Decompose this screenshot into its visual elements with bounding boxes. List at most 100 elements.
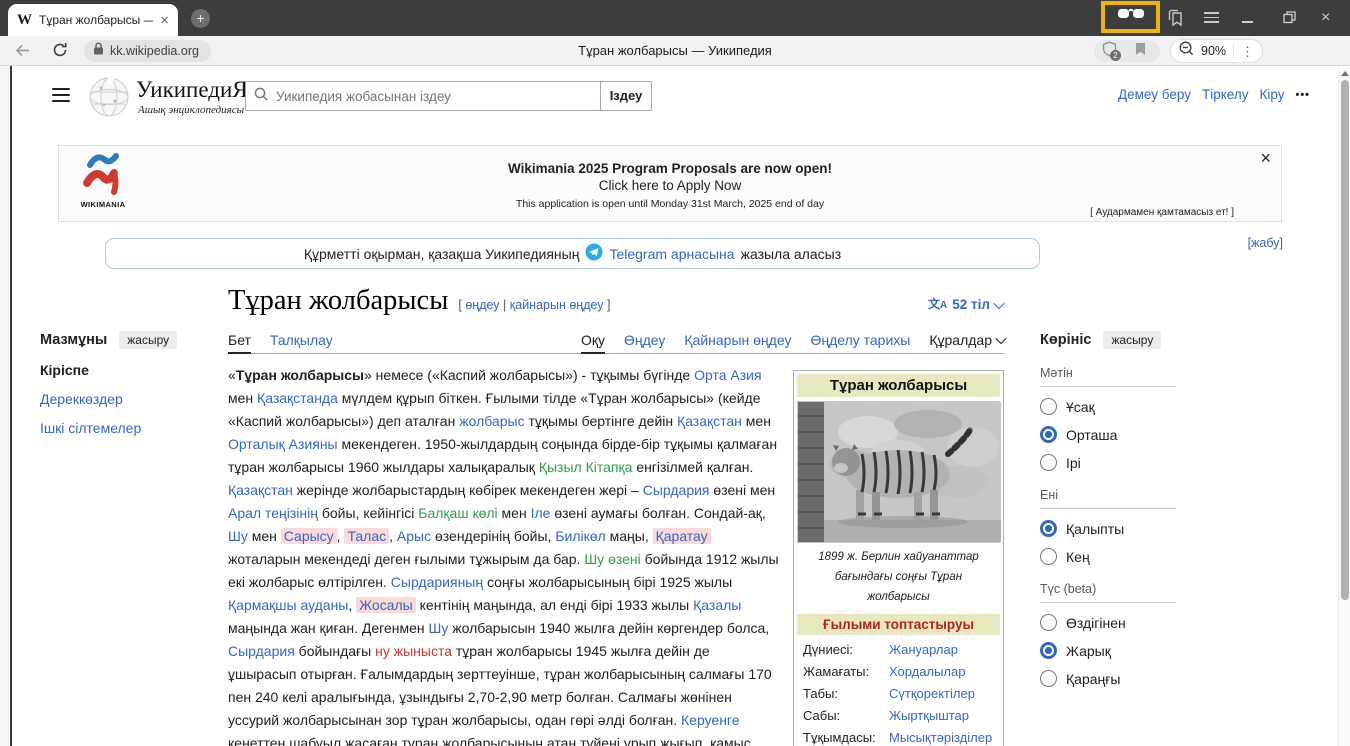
article-tab[interactable]: Қайнарын өңдеу: [684, 327, 791, 353]
edit-link[interactable]: өңдеу: [465, 298, 499, 312]
appearance-option[interactable]: Қалыпты: [1040, 520, 1176, 537]
bookmark-icon[interactable]: [1135, 42, 1146, 61]
close-window-button[interactable]: ×: [1321, 10, 1330, 26]
telegram-channel-link[interactable]: Telegram арнасына: [609, 246, 734, 262]
toc-item[interactable]: Дереккөздер: [40, 391, 200, 407]
glasses-icon[interactable]: [1117, 8, 1145, 26]
appearance-option[interactable]: Орташа: [1040, 426, 1176, 443]
header-link[interactable]: Тіркелу: [1202, 87, 1249, 102]
language-selector[interactable]: 文A 52 тіл: [928, 297, 1003, 312]
radio-button[interactable]: [1040, 398, 1057, 415]
article-tab[interactable]: Бет: [228, 327, 251, 353]
article-link[interactable]: Сырдария: [228, 643, 295, 659]
appearance-option[interactable]: Қараңғы: [1040, 670, 1176, 687]
banner-apply-link[interactable]: Click here to Apply Now: [59, 178, 1281, 193]
article-link[interactable]: Шу өзені: [584, 551, 640, 567]
article-tab[interactable]: Өңделу тарихы: [810, 327, 910, 353]
taxo-value-link[interactable]: Жануарлар: [889, 639, 958, 661]
tiger-photo[interactable]: [797, 401, 1000, 543]
appearance-option[interactable]: Кең: [1040, 548, 1176, 565]
article-tab[interactable]: Талқылау: [270, 327, 333, 353]
wikipedia-globe-logo[interactable]: [88, 74, 130, 118]
taxo-value-link[interactable]: Жыртқыштар: [889, 705, 969, 727]
tab-close-icon[interactable]: ×: [160, 13, 169, 28]
zoom-out-icon[interactable]: [1179, 41, 1194, 61]
appearance-option[interactable]: Ұсақ: [1040, 398, 1176, 415]
url-text: kk.wikipedia.org: [110, 44, 199, 58]
article-link[interactable]: Сырдарияның: [391, 574, 483, 590]
scrollbar-thumb[interactable]: [1341, 80, 1349, 600]
radio-button[interactable]: [1040, 520, 1057, 537]
search-box[interactable]: [245, 81, 601, 111]
radio-button[interactable]: [1040, 454, 1057, 471]
minimize-button[interactable]: [1242, 21, 1253, 23]
radio-button[interactable]: [1040, 426, 1057, 443]
vertical-scrollbar[interactable]: [1338, 66, 1350, 746]
taxo-value-link[interactable]: Сүтқоректілер: [889, 683, 975, 705]
header-link[interactable]: Демеу беру: [1118, 87, 1191, 102]
article-link[interactable]: Сарысу: [281, 528, 337, 544]
appearance-option[interactable]: Жарық: [1040, 642, 1176, 659]
banner-close-icon[interactable]: ×: [1260, 148, 1271, 169]
appearance-option[interactable]: Өздігінен: [1040, 614, 1176, 631]
article-link[interactable]: Қызыл Кітапқа: [539, 459, 633, 475]
article-link[interactable]: Қармақшы ауданы: [228, 597, 348, 613]
banner-dismiss-link[interactable]: [жабу]: [1248, 236, 1283, 250]
article-link[interactable]: Талас: [344, 528, 389, 544]
article-tab[interactable]: Құралдар: [929, 327, 1005, 353]
appearance-option[interactable]: Ірі: [1040, 454, 1176, 471]
article-link[interactable]: Шу: [429, 620, 449, 636]
radio-button[interactable]: [1040, 642, 1057, 659]
banner-translate-note[interactable]: [ Аудармамен қамтамасыз ет! ]: [1090, 207, 1234, 218]
article-link[interactable]: Қазақстанда: [257, 390, 338, 406]
search-input[interactable]: [274, 88, 592, 105]
taxo-value-link[interactable]: Хордалылар: [889, 661, 965, 683]
radio-button[interactable]: [1040, 614, 1057, 631]
reload-icon[interactable]: [52, 42, 68, 58]
toc-hide-button[interactable]: жасыру: [119, 331, 177, 349]
wikipedia-wordmark[interactable]: УикипедиЯ: [136, 77, 248, 103]
article-link[interactable]: жолбарыс: [459, 413, 524, 429]
article-link[interactable]: Қазақстан: [677, 413, 742, 429]
article-link[interactable]: Керуенге: [681, 712, 740, 728]
article-tab[interactable]: Оқу: [581, 327, 605, 353]
toc-item[interactable]: Кіріспе: [40, 362, 200, 378]
article-link[interactable]: Орта Азия: [694, 367, 761, 383]
article-tab[interactable]: Өңдеу: [624, 327, 665, 353]
shield-icon[interactable]: 2: [1102, 41, 1117, 62]
article-link[interactable]: ну жыныста: [375, 643, 452, 659]
article-link[interactable]: Балқаш көлі: [418, 505, 497, 521]
back-icon[interactable]: [14, 43, 31, 58]
edit-source-link[interactable]: қайнарын өңдеу: [510, 298, 604, 312]
article-link[interactable]: Қаратау: [653, 528, 711, 544]
search-button[interactable]: Іздеу: [600, 81, 652, 111]
divider: [1040, 386, 1176, 387]
article-link[interactable]: Жосалы: [356, 597, 416, 613]
toc-item[interactable]: Ішкі сілтемелер: [40, 420, 200, 436]
taxo-value-link[interactable]: Мысықтәрізділер: [889, 727, 992, 746]
radio-button[interactable]: [1040, 548, 1057, 565]
article-link[interactable]: Арыс: [397, 528, 431, 544]
browser-tab[interactable]: W Тұран жолбарысы — У ×: [8, 4, 178, 36]
article-link[interactable]: Арал теңізінің: [228, 505, 318, 521]
header-link[interactable]: Кіру: [1259, 87, 1284, 102]
zoom-menu-icon[interactable]: ⋮: [1241, 45, 1254, 58]
new-tab-button[interactable]: +: [191, 9, 210, 28]
restore-window-button[interactable]: [1283, 11, 1296, 24]
article-link[interactable]: Іле: [531, 505, 551, 521]
article-link[interactable]: Сырдария: [643, 482, 710, 498]
appearance-hide-button[interactable]: жасыру: [1103, 331, 1161, 349]
article-link[interactable]: Қазақстан: [228, 482, 293, 498]
collections-icon[interactable]: [1166, 9, 1185, 27]
radio-button[interactable]: [1040, 670, 1057, 687]
browser-menu-icon[interactable]: [1204, 12, 1219, 23]
chevron-down-icon: [993, 297, 1004, 308]
address-bar[interactable]: kk.wikipedia.org: [84, 40, 211, 62]
article-link[interactable]: Орталық Азияны: [228, 436, 338, 452]
article-link[interactable]: Шу: [228, 528, 248, 544]
scrollbar-up-arrow[interactable]: [1341, 71, 1349, 76]
article-link[interactable]: Билікөл: [555, 528, 605, 544]
wiki-main-menu-icon[interactable]: [52, 88, 70, 102]
article-link[interactable]: Қазалы: [693, 597, 741, 613]
more-options-icon[interactable]: •••: [1295, 89, 1310, 101]
